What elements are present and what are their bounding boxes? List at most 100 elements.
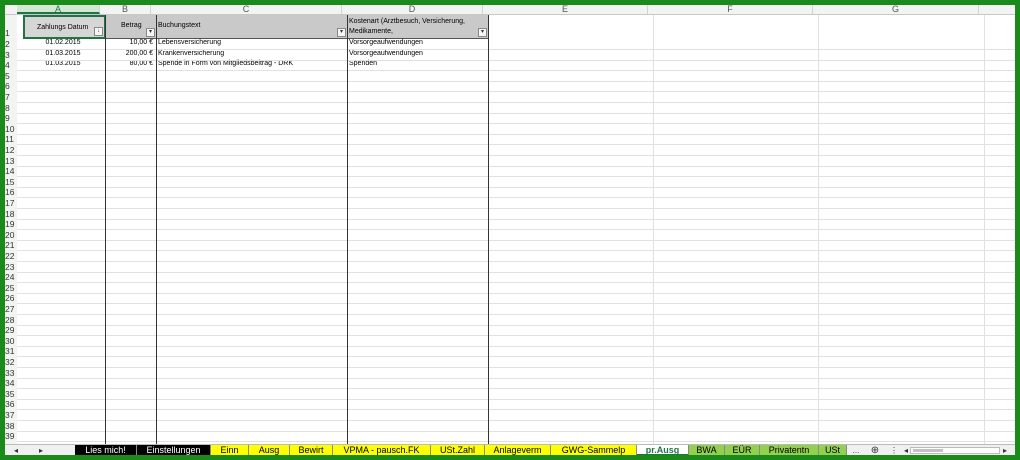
sheet-tab-gwg-sammelp[interactable]: GWG-Sammelp [551,445,637,455]
column-header-d[interactable]: D [342,5,483,14]
cell-date[interactable]: 01.03.2015 [23,59,103,69]
cell-date[interactable]: 01.03.2015 [23,49,103,59]
row-header-20[interactable]: 20 [5,230,17,240]
sheet-tab-einn[interactable]: Einn [211,445,249,455]
cell-amount[interactable]: 200,00 € [105,49,153,59]
sheet-tab-privatentn[interactable]: Privatentn [760,445,819,455]
cell-amount[interactable]: 80,00 € [105,59,153,69]
row-header-29[interactable]: 29 [5,325,17,335]
row-gridline [17,261,1015,262]
filter-dropdown-icon[interactable]: ▾ [478,28,487,37]
header-cell-text[interactable]: Buchungstext ▾ [156,15,347,39]
row-header-35[interactable]: 35 [5,389,17,399]
cell-text[interactable]: Krankenversicherung [158,49,346,59]
row-header-28[interactable]: 28 [5,315,17,325]
row-header-11[interactable]: 11 [5,134,17,144]
cell-amount[interactable]: 10,00 € [105,38,153,48]
more-tabs-icon[interactable]: ... [849,445,863,455]
hscroll-left-icon[interactable]: ◂ [902,445,910,455]
row-header-36[interactable]: 36 [5,399,17,409]
row-gridline [17,197,1015,199]
cell-cost-type[interactable]: Vorsorgeaufwendungen [349,38,487,48]
header-cell-amount[interactable]: Betrag ▾ [105,15,156,39]
cell-text[interactable]: Spende in Form von Mitgliedsbeitrag - DR… [158,59,346,69]
cell-cost-type[interactable]: Spenden [349,59,487,69]
row-header-30[interactable]: 30 [5,336,17,346]
row-header-8[interactable]: 8 [5,103,17,113]
row-header-13[interactable]: 13 [5,156,17,166]
row-header-1[interactable]: 1 [5,28,17,38]
column-header-b[interactable]: B [100,5,151,14]
sheet-tab-ausg[interactable]: Ausg [249,445,290,455]
row-gridline [17,239,1015,241]
cell-grid[interactable]: Zahlungs Datum ↓ Betrag ▾ Buchungstext ▾… [17,15,1015,445]
hscroll-right-icon[interactable]: ▸ [1000,445,1010,455]
row-header-39[interactable]: 39 [5,431,17,441]
sheet-tab-eür[interactable]: EÜR [725,445,760,455]
row-header-19[interactable]: 19 [5,219,17,229]
row-header-10[interactable]: 10 [5,124,17,134]
sheet-tab-anlageverm[interactable]: Anlageverm [485,445,551,455]
header-text-label: Buchungstext [158,22,201,29]
sheet-tab-ust-zahl[interactable]: USt.Zahl [431,445,485,455]
row-header-23[interactable]: 23 [5,262,17,272]
row-header-14[interactable]: 14 [5,166,17,176]
header-cell-cost-type[interactable]: Kostenart (Arztbesuch, Versicherung, Med… [347,15,488,39]
row-header-27[interactable]: 27 [5,304,17,314]
sheet-tab-lies-mich[interactable]: Lies mich! [75,445,137,455]
row-header-bar: 1 2 3 4 5 6 7 8 9 10 11 12 13 14 15 16 17 18 19 20 21 22 23 24 2… [5,15,17,445]
column-header-c[interactable]: C [151,5,342,14]
row-header-38[interactable]: 38 [5,421,17,431]
add-sheet-icon[interactable]: ⊕ [869,445,881,455]
tab-scroll-prev-icon[interactable]: ◂ [11,445,21,455]
row-header-37[interactable]: 37 [5,410,17,420]
row-gridline [17,282,1015,284]
filter-dropdown-icon[interactable]: ▾ [146,28,155,37]
row-gridline [17,430,1015,432]
splitter-handle-icon[interactable]: ⋮ [890,445,898,455]
row-gridline [17,398,1015,400]
cell-date[interactable]: 01.02.2015 [23,38,103,48]
column-header-e[interactable]: E [483,5,648,14]
sheet-tab-vpma-pausch-fk[interactable]: VPMA - pausch.FK [333,445,431,455]
scroll-thumb[interactable] [913,449,943,452]
row-header-6[interactable]: 6 [5,81,17,91]
row-header-18[interactable]: 18 [5,209,17,219]
row-header-3[interactable]: 3 [5,50,17,60]
tab-scroll-next-icon[interactable]: ▸ [36,445,46,455]
row-header-2[interactable]: 2 [5,39,17,49]
row-header-25[interactable]: 25 [5,283,17,293]
row-header-26[interactable]: 26 [5,293,17,303]
column-header-g[interactable]: G [813,5,979,14]
cell-text[interactable]: Lebensversicherung [158,38,346,48]
horizontal-scrollbar[interactable] [910,447,1000,454]
sheet-tab-ust[interactable]: USt [819,445,847,455]
row-header-15[interactable]: 15 [5,177,17,187]
row-header-33[interactable]: 33 [5,368,17,378]
row-header-7[interactable]: 7 [5,92,17,102]
sort-filter-icon[interactable]: ↓ [94,27,103,36]
cell-cost-type[interactable]: Vorsorgeaufwendungen [349,49,487,59]
row-header-22[interactable]: 22 [5,251,17,261]
column-header-a[interactable]: A [17,5,100,14]
sheet-tab-einstellungen[interactable]: Einstellungen [137,445,211,455]
row-header-32[interactable]: 32 [5,357,17,367]
filter-dropdown-icon[interactable]: ▾ [337,28,346,37]
header-cell-date[interactable]: Zahlungs Datum ↓ [23,15,106,39]
sheet-tab-bwa[interactable]: BWA [689,445,725,455]
row-gridline [17,112,1015,114]
row-header-31[interactable]: 31 [5,346,17,356]
row-header-17[interactable]: 17 [5,198,17,208]
sheet-tab-pr-ausg[interactable]: pr.Ausg [637,445,689,455]
row-header-16[interactable]: 16 [5,187,17,197]
row-header-12[interactable]: 12 [5,145,17,155]
row-header-21[interactable]: 21 [5,240,17,250]
row-header-5[interactable]: 5 [5,71,17,81]
column-header-f[interactable]: F [648,5,813,14]
sheet-tab-bewirt[interactable]: Bewirt [290,445,333,455]
column-gridline [653,15,654,445]
row-header-4[interactable]: 4 [5,60,17,70]
row-header-24[interactable]: 24 [5,272,17,282]
row-header-9[interactable]: 9 [5,113,17,123]
row-header-34[interactable]: 34 [5,378,17,388]
